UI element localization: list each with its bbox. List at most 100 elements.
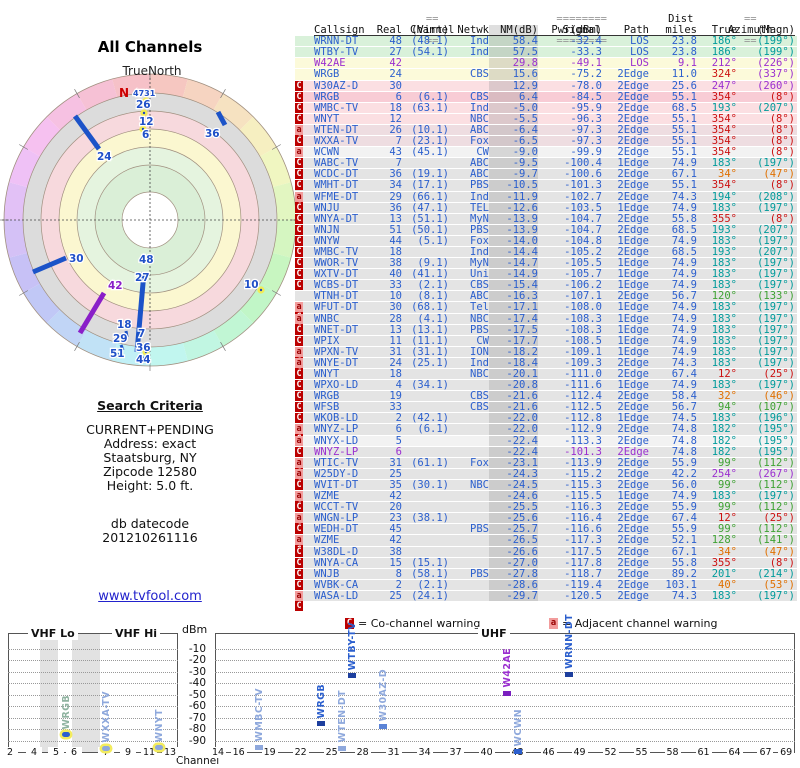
path-cell: 1Edge [617, 201, 649, 214]
dbm-tick-label: -90 [188, 734, 206, 747]
network-cell: Ind [470, 190, 489, 203]
warning-markers [295, 58, 312, 68]
signal-bar [513, 749, 522, 755]
power-cell: -112.9 [564, 423, 602, 436]
power-cell: -105.7 [564, 268, 602, 281]
callsign-cell: WNYT [314, 112, 340, 125]
virtual-channel-cell: (41.1) [411, 268, 449, 281]
real-channel-cell: 27 [389, 46, 402, 59]
azimuth-magnetic-cell: (8°) [769, 212, 795, 225]
noise-margin-cell: 12.9 [489, 80, 538, 91]
distance-cell: 74.9 [671, 312, 697, 325]
radar-channel-label: 27 [135, 272, 150, 284]
power-cell: -106.2 [564, 279, 602, 292]
station-label: WRNN-DT [564, 613, 576, 669]
path-cell: 2Edge [617, 112, 649, 125]
virtual-channel-cell: (25.1) [411, 356, 449, 369]
path-cell: 2Edge [617, 212, 649, 225]
path-cell: 2Edge [617, 368, 649, 380]
station-table: == Channel == ======== Signal ======== Dist … [295, 14, 797, 611]
azimuth-magnetic-cell: (133°) [757, 290, 795, 303]
network-cell: CW [476, 334, 489, 347]
virtual-channel-cell: (58.1) [411, 567, 449, 580]
distance-cell: 55.8 [671, 556, 697, 569]
noise-margin-cell: -9.7 [489, 169, 538, 180]
real-channel-cell: 24 [389, 356, 402, 369]
co-channel-warning-icon: C [295, 158, 303, 169]
callsign-cell: W42AE [314, 57, 346, 70]
power-cell: -111.0 [564, 368, 602, 380]
noise-margin-cell: -15.4 [489, 280, 538, 291]
warning-markers: C [295, 335, 312, 346]
warning-markers: aC [295, 590, 312, 611]
network-cell [449, 436, 489, 446]
path-cell: 2Edge [617, 245, 649, 258]
callsign-cell: WRGB [314, 90, 340, 103]
warning-markers: C [295, 479, 312, 490]
distance-cell: 74.3 [671, 356, 697, 369]
noise-margin-cell: -14.9 [489, 269, 538, 280]
noise-margin-cell: -14.0 [489, 235, 538, 246]
adjacent-warning-icon: a [295, 468, 303, 479]
azimuth-magnetic-cell: (8°) [769, 146, 795, 159]
path-cell: LOS [630, 57, 649, 70]
power-cell: -104.8 [564, 234, 602, 247]
distance-cell: 55.9 [671, 501, 697, 514]
path-cell: 2Edge [617, 356, 649, 369]
power-cell: -108.5 [564, 334, 602, 347]
tvfool-home-link[interactable]: www.tvfool.com [75, 589, 225, 604]
distance-cell: 42.2 [671, 467, 697, 480]
virtual-channel-cell: (10.1) [411, 123, 449, 136]
warning-markers [295, 47, 312, 57]
distance-cell: 55.1 [671, 90, 697, 103]
signal-strength-chart: C = Co-channel warning a = Adjacent chan… [0, 613, 800, 768]
noise-margin-cell: -29.7 [489, 590, 538, 601]
network-cell: CW [476, 146, 489, 159]
warning-markers: aC [295, 457, 312, 478]
warning-markers: aC [295, 313, 312, 334]
callsign-cell: WASA-LD [314, 589, 359, 602]
power-cell: -84.5 [570, 90, 602, 103]
azimuth-magnetic-cell: (195°) [757, 423, 795, 436]
table-row: C W38DL-D 38 -26.6 -117.5 2Edge 67.1 34° (47°) [295, 546, 797, 558]
path-cell: 2Edge [617, 467, 649, 480]
network-cell: MyN [470, 212, 489, 225]
warning-markers: C [295, 136, 312, 147]
real-channel-cell: 36 [389, 201, 402, 214]
azimuth-magnetic-cell: (197°) [757, 257, 795, 270]
co-channel-warning-icon: C [295, 169, 303, 180]
path-cell: 2Edge [617, 456, 649, 469]
co-channel-warning-icon: C [295, 246, 303, 257]
warning-markers: C [295, 391, 312, 402]
noise-margin-cell: -13.9 [489, 213, 538, 224]
table-row: aCWZME42-26.5-117.32Edge52.1128°(141°) [295, 535, 797, 556]
power-cell: -49.1 [570, 57, 602, 70]
power-cell: -99.9 [570, 146, 602, 159]
path-cell: 2Edge [617, 123, 649, 136]
network-cell: MyN [470, 257, 489, 270]
adjacent-warning-icon: a [295, 513, 303, 524]
azimuth-true-cell: 193° [711, 101, 737, 114]
azimuth-true-cell: 183° [711, 279, 737, 292]
network-cell [449, 535, 489, 545]
virtual-channel-cell: (6.1) [417, 90, 449, 103]
distance-cell: 23.8 [671, 35, 697, 48]
channel-tick-label: 40 [478, 747, 495, 758]
warning-markers: C [295, 102, 312, 113]
virtual-channel-cell: (19.1) [411, 168, 449, 181]
virtual-channel-cell [402, 114, 449, 124]
callsign-cell: WNGN-LP [314, 512, 359, 525]
power-cell: -108.3 [564, 312, 602, 325]
power-cell: -100.6 [564, 168, 602, 181]
network-cell [449, 502, 489, 512]
signal-bar [348, 672, 357, 678]
noise-margin-cell: 29.8 [489, 58, 538, 69]
real-channel-cell: 7 [395, 135, 402, 148]
station-label: WNYT [154, 709, 165, 743]
virtual-channel-cell: (5.1) [417, 234, 449, 247]
distance-cell: 74.9 [671, 490, 697, 503]
azimuth-true-cell: 183° [711, 490, 737, 503]
callsign-cell: W25DY-D [314, 467, 359, 480]
virtual-channel-cell: (68.1) [411, 301, 449, 314]
network-cell: ABC [470, 290, 489, 303]
